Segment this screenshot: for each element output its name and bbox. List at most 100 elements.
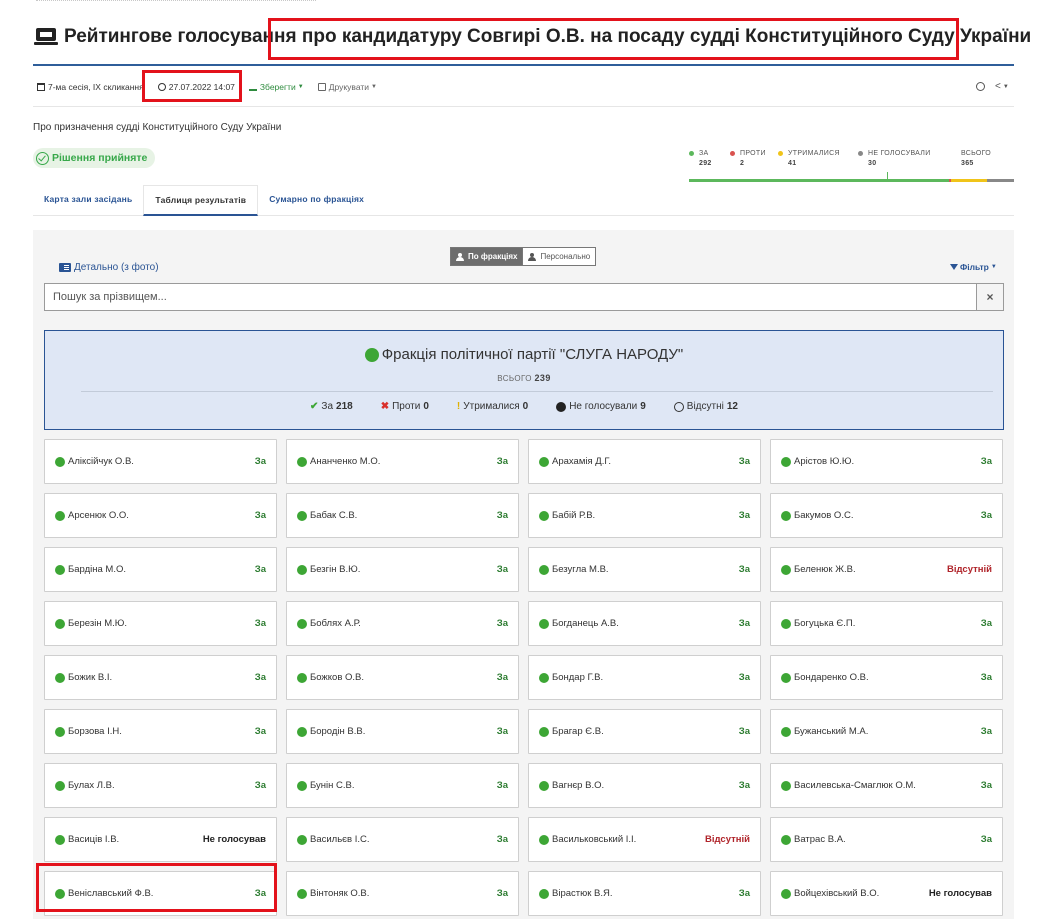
deputy-name: Бардіна М.О. [68, 564, 126, 575]
deputy-card[interactable]: Васиців І.В. Не голосував [44, 817, 277, 862]
summary-abstain-label: Утрималися [788, 150, 840, 157]
deputy-name: Бондар Г.В. [552, 672, 604, 683]
deputy-card[interactable]: Васильєв І.С. За [286, 817, 519, 862]
green-dot-icon [55, 456, 65, 467]
deputy-card[interactable]: Боблях А.Р. За [286, 601, 519, 646]
deputy-card[interactable]: Бабак С.В. За [286, 493, 519, 538]
green-dot-icon [297, 564, 307, 575]
green-dot-icon [297, 618, 307, 629]
summary-abstain-value: 41 [788, 160, 797, 167]
tab-results-table[interactable]: Таблиця результатів [143, 185, 259, 216]
deputy-vote: За [738, 726, 750, 737]
decision-badge: Рішення прийняте [33, 148, 156, 168]
deputy-card[interactable]: Арахамія Д.Г. За [528, 439, 761, 484]
deputy-card[interactable]: Ватрас В.А. За [770, 817, 1003, 862]
deputy-vote: За [254, 618, 266, 629]
save-button[interactable]: Зберегти ▼ [248, 82, 304, 92]
deputy-card[interactable]: Бакумов О.С. За [770, 493, 1003, 538]
deputy-card[interactable]: Бардіна М.О. За [44, 547, 277, 592]
filled-circle-icon [556, 401, 567, 412]
deputy-vote: Не голосував [202, 834, 266, 845]
majority-marker [887, 172, 888, 179]
green-dot-icon [539, 510, 549, 521]
deputy-card[interactable]: Бондар Г.В. За [528, 655, 761, 700]
deputy-card[interactable]: Арістов Ю.Ю. За [770, 439, 1003, 484]
deputy-card[interactable]: Вагнєр В.О. За [528, 763, 761, 808]
tab-faction-summary[interactable]: Сумарно по фракціях [258, 185, 375, 216]
by-faction-button[interactable]: По фракціях [450, 247, 524, 266]
deputy-name: Ватрас В.А. [794, 834, 846, 845]
deputy-card[interactable]: Богданець А.В. За [528, 601, 761, 646]
deputy-card[interactable]: Вінтоняк О.В. За [286, 871, 519, 916]
deputy-vote: За [980, 780, 992, 791]
deputy-card[interactable]: Богуцька Є.П. За [770, 601, 1003, 646]
faction-against-label: Проти [392, 401, 421, 412]
gray-dot-icon [858, 151, 863, 156]
summary-abstain: Утрималися 41 [778, 150, 840, 167]
deputy-vote: За [738, 456, 750, 467]
deputy-card[interactable]: Вірастюк В.Я. За [528, 871, 761, 916]
deputy-card[interactable]: Беленюк Ж.В. Відсутній [770, 547, 1003, 592]
green-dot-icon [297, 726, 307, 737]
deputy-vote: За [254, 456, 266, 467]
green-dot-icon [55, 618, 65, 629]
deputy-name: Вірастюк В.Я. [552, 888, 613, 899]
green-dot-icon [297, 888, 307, 899]
faction-stats: ✔ За 218 ✖ Проти 0 ! Утрималися 0 Не гол… [45, 401, 1003, 412]
print-button[interactable]: Друкувати ▼ [317, 82, 377, 92]
deputy-name: Бабак С.В. [310, 510, 358, 521]
deputy-card[interactable]: Борзова І.Н. За [44, 709, 277, 754]
deputy-card[interactable]: Брагар Є.В. За [528, 709, 761, 754]
faction-total-label: ВСЬОГО [497, 374, 532, 383]
detail-photo-link[interactable]: Детально (з фото) [59, 262, 159, 273]
filter-label: Фільтр [960, 262, 989, 272]
summary-novote-value: 30 [868, 160, 877, 167]
filter-button[interactable]: Фільтр ▼ [950, 262, 997, 272]
deputy-name: Березін М.Ю. [68, 618, 128, 629]
deputy-card[interactable]: Божик В.І. За [44, 655, 277, 700]
deputy-card[interactable]: Аліксійчук О.В. За [44, 439, 277, 484]
deputy-card[interactable]: Безгін В.Ю. За [286, 547, 519, 592]
deputy-name: Арістов Ю.Ю. [794, 456, 855, 467]
deputy-card[interactable]: Березін М.Ю. За [44, 601, 277, 646]
print-label: Друкувати [328, 82, 370, 92]
deputy-card[interactable]: Булах Л.В. За [44, 763, 277, 808]
search-input[interactable] [44, 283, 977, 311]
detail-label: Детально (з фото) [74, 262, 159, 273]
deputy-name: Арахамія Д.Г. [552, 456, 611, 467]
laptop-icon [34, 27, 58, 47]
tab-hall-map[interactable]: Карта зали засідань [33, 185, 143, 216]
personal-label: Персонально [540, 252, 591, 261]
green-dot-icon [539, 618, 549, 629]
download-icon [248, 83, 257, 91]
result-tabs: Карта зали засідань Таблиця результатів … [33, 185, 1014, 216]
green-dot-icon [55, 672, 65, 683]
red-dot-icon [730, 151, 735, 156]
search-bar: × [44, 283, 1004, 311]
personal-button[interactable]: Персонально [523, 247, 597, 266]
deputy-card[interactable]: Безугла М.В. За [528, 547, 761, 592]
deputy-vote: За [496, 888, 508, 899]
deputy-card[interactable]: Бородін В.В. За [286, 709, 519, 754]
green-dot-icon [539, 780, 549, 791]
deputy-card[interactable]: Бужанський М.А. За [770, 709, 1003, 754]
deputy-card[interactable]: Бабій Р.В. За [528, 493, 761, 538]
deputy-card[interactable]: Бунін С.В. За [286, 763, 519, 808]
deputy-vote: За [254, 564, 266, 575]
deputy-card[interactable]: Войцехівський В.О. Не голосував [770, 871, 1003, 916]
deputy-card[interactable]: Арсенюк О.О. За [44, 493, 277, 538]
deputy-card[interactable]: Божков О.В. За [286, 655, 519, 700]
session-info: 7-ма сесія, IX скликання [37, 82, 144, 92]
deputy-card[interactable]: Ананченко М.О. За [286, 439, 519, 484]
deputy-card[interactable]: Василевська-Смаглюк О.М. За [770, 763, 1003, 808]
deputy-vote: За [980, 510, 992, 521]
id-card-icon [59, 263, 71, 272]
deputy-name: Бунін С.В. [310, 780, 355, 791]
deputies-grid: Аліксійчук О.В. За Ананченко М.О. За Арахамі… [44, 439, 1004, 916]
clear-search-button[interactable]: × [977, 283, 1004, 311]
circle-icon[interactable] [976, 82, 985, 91]
share-icon[interactable]: < [995, 81, 1001, 92]
deputy-vote: За [496, 618, 508, 629]
deputy-card[interactable]: Бондаренко О.В. За [770, 655, 1003, 700]
deputy-card[interactable]: Васильковський І.І. Відсутній [528, 817, 761, 862]
